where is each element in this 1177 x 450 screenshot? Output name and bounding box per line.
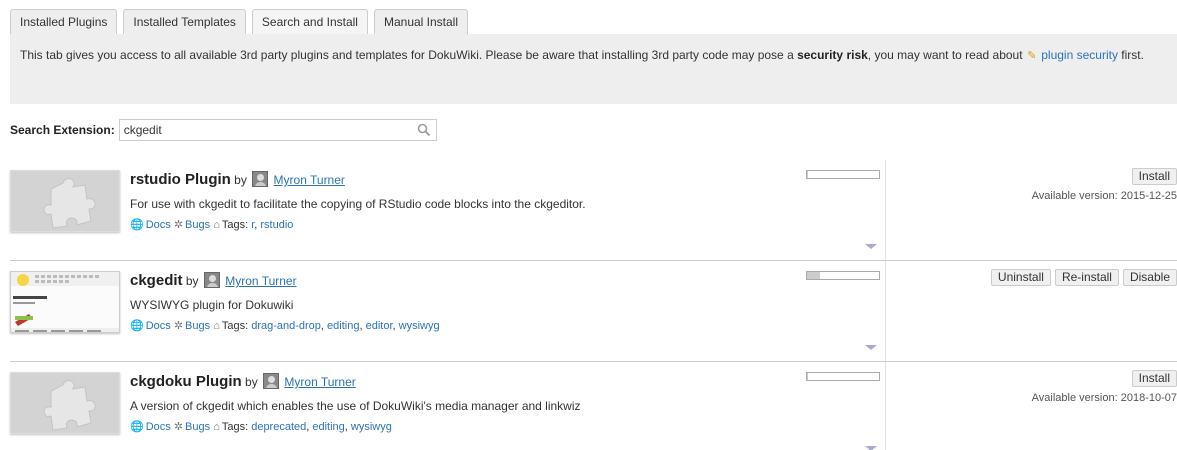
- divider: [885, 261, 886, 361]
- popularity-bar: [806, 271, 880, 280]
- extension-actions: Install: [1131, 168, 1177, 185]
- info-panel: This tab gives you access to all availab…: [10, 34, 1177, 104]
- bugs-link[interactable]: Bugs: [185, 421, 210, 433]
- globe-icon: 🌐: [130, 421, 144, 433]
- divider: [885, 362, 886, 450]
- install-button[interactable]: Install: [1131, 370, 1177, 387]
- screenshot-icon: [11, 272, 119, 332]
- info-text-after: first.: [1117, 48, 1144, 62]
- extension-description: A version of ckgedit which enables the u…: [130, 399, 581, 413]
- puzzle-icon: [11, 373, 119, 433]
- globe-icon: 🌐: [130, 219, 144, 231]
- popularity-fill: [807, 272, 820, 279]
- popularity-fill: [807, 373, 809, 380]
- reinstall-button[interactable]: Re-install: [1054, 269, 1119, 286]
- extension-title: rstudio Plugin by Myron Turner: [130, 170, 790, 190]
- extension-name[interactable]: ckgdoku Plugin: [130, 373, 242, 390]
- search-box: [118, 119, 437, 141]
- extension-description: WYSIWYG plugin for Dokuwiki: [130, 298, 294, 312]
- tab-search-and-install[interactable]: Search and Install: [251, 9, 368, 35]
- globe-icon: 🌐: [130, 320, 144, 332]
- tag-link[interactable]: wysiwyg: [351, 421, 392, 433]
- tag-link[interactable]: r: [251, 219, 254, 231]
- tag-link[interactable]: rstudio: [260, 219, 293, 231]
- search-input[interactable]: [119, 120, 410, 140]
- extension-description: For use with ckgedit to facilitate the c…: [130, 197, 586, 211]
- tab-manual-install[interactable]: Manual Install: [373, 9, 469, 34]
- extension-main: ckgedit by Myron Turner WYSIWYG plugin f…: [130, 271, 790, 333]
- available-version: Available version: 2015-12-25: [1031, 190, 1177, 202]
- extension-meta: 🌐 Docs ✲ Bugs ⌂ Tags: deprecated, editing, …: [130, 421, 392, 433]
- extension-meta: 🌐 Docs ✲ Bugs ⌂ Tags: r, rstudio: [130, 219, 294, 231]
- author-avatar: [203, 272, 220, 288]
- available-version: Available version: 2018-10-07: [1031, 392, 1177, 404]
- by-label: by: [234, 173, 247, 187]
- bug-icon: ✲: [173, 219, 184, 231]
- docs-link[interactable]: Docs: [146, 421, 171, 433]
- bug-icon: ✲: [173, 421, 184, 433]
- bugs-link[interactable]: Bugs: [185, 320, 210, 332]
- popularity-fill: [807, 171, 809, 178]
- author-avatar: [252, 171, 269, 187]
- popularity-bar: [806, 170, 880, 179]
- tag-icon: ⌂: [213, 219, 220, 231]
- extension-actions: Install: [1131, 370, 1177, 387]
- extension-title: ckgedit by Myron Turner: [130, 271, 790, 291]
- tag-icon: ⌂: [213, 421, 220, 433]
- search-row: Search Extension:: [10, 119, 437, 141]
- info-text: This tab gives you access to all availab…: [20, 48, 798, 62]
- tag-link[interactable]: editor: [366, 320, 393, 332]
- chevron-down-icon[interactable]: [865, 244, 877, 249]
- tags-label: Tags:: [221, 219, 249, 231]
- tab-installed-plugins[interactable]: Installed Plugins: [10, 9, 118, 34]
- extension-actions: Uninstall Re-install Disable: [990, 269, 1177, 286]
- author-link[interactable]: Myron Turner: [225, 274, 296, 288]
- chevron-down-icon[interactable]: [865, 345, 877, 350]
- tag-link[interactable]: drag-and-drop: [251, 320, 321, 332]
- tag-link[interactable]: editing: [327, 320, 359, 332]
- extension-item: ckgdoku Plugin by Myron Turner A version…: [10, 362, 1177, 450]
- tag-link[interactable]: wysiwyg: [399, 320, 440, 332]
- bug-icon: ✲: [173, 320, 184, 332]
- plugin-security-link[interactable]: plugin security: [1041, 48, 1118, 62]
- tag-icon: ⌂: [213, 320, 220, 332]
- divider: [885, 160, 886, 260]
- extension-meta: 🌐 Docs ✲ Bugs ⌂ Tags: drag-and-drop, editin…: [130, 320, 440, 332]
- tags-label: Tags:: [221, 320, 249, 332]
- disable-button[interactable]: Disable: [1122, 269, 1177, 286]
- security-icon: ✎: [1027, 50, 1037, 62]
- bugs-link[interactable]: Bugs: [185, 219, 210, 231]
- by-label: by: [185, 274, 199, 288]
- extension-main: rstudio Plugin by Myron Turner For use w…: [130, 170, 790, 232]
- popularity-bar: [806, 372, 880, 381]
- tab-installed-templates[interactable]: Installed Templates: [123, 9, 246, 34]
- search-icon[interactable]: [416, 122, 432, 138]
- by-label: by: [245, 375, 258, 389]
- extension-thumbnail[interactable]: [10, 271, 120, 333]
- extension-item: rstudio Plugin by Myron Turner For use w…: [10, 160, 1177, 261]
- author-avatar: [263, 373, 280, 389]
- author-link[interactable]: Myron Turner: [284, 375, 355, 389]
- install-button[interactable]: Install: [1131, 168, 1177, 185]
- docs-link[interactable]: Docs: [146, 219, 171, 231]
- info-bold: security risk: [797, 48, 868, 62]
- extension-name[interactable]: ckgedit: [130, 272, 183, 289]
- search-label: Search Extension:: [10, 123, 115, 137]
- extension-name[interactable]: rstudio Plugin: [130, 171, 231, 188]
- extension-item: ckgedit by Myron Turner WYSIWYG plugin f…: [10, 261, 1177, 362]
- info-text-middle: , you may want to read about: [867, 48, 1026, 62]
- extension-thumbnail[interactable]: [10, 372, 120, 434]
- extension-thumbnail[interactable]: [10, 170, 120, 232]
- docs-link[interactable]: Docs: [146, 320, 171, 332]
- uninstall-button[interactable]: Uninstall: [990, 269, 1051, 286]
- extension-title: ckgdoku Plugin by Myron Turner: [130, 372, 790, 392]
- tags-label: Tags:: [221, 421, 249, 433]
- tab-bar: Installed Plugins Installed Templates Se…: [10, 9, 469, 35]
- tag-link[interactable]: deprecated: [251, 421, 306, 433]
- puzzle-icon: [11, 171, 119, 231]
- author-link[interactable]: Myron Turner: [274, 173, 345, 187]
- extension-main: ckgdoku Plugin by Myron Turner A version…: [130, 372, 790, 434]
- tag-link[interactable]: editing: [312, 421, 344, 433]
- chevron-down-icon[interactable]: [865, 446, 877, 450]
